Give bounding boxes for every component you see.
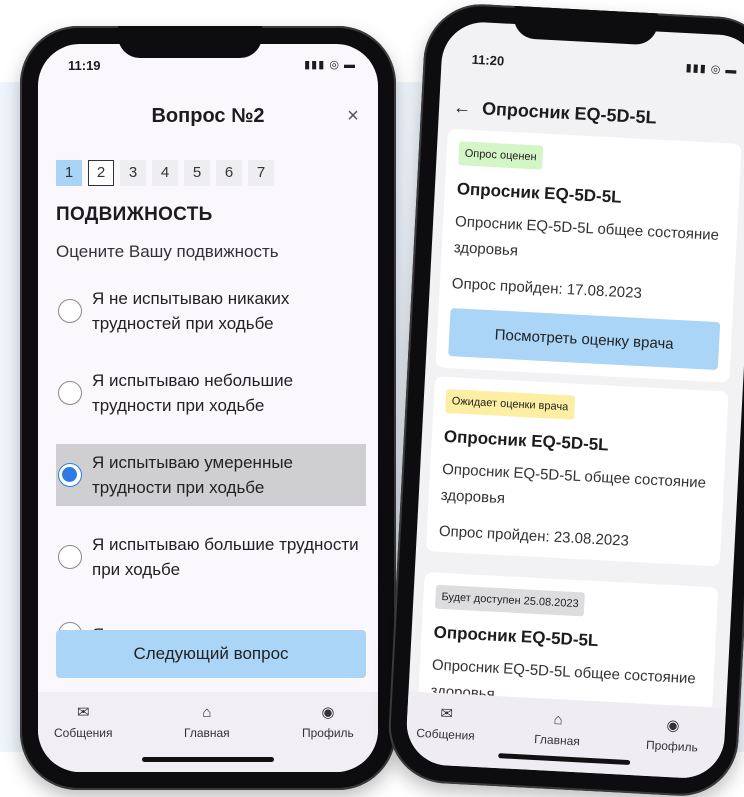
tab-messages[interactable]: ✉ Собщения	[416, 704, 476, 743]
stage: 11:19 ▮▮▮ ◎ ▬ Вопрос №2 × 1 2 3 4 5 6 7 …	[0, 0, 744, 797]
radio-button-selected[interactable]	[58, 463, 82, 487]
card-date: Опрос пройден: 23.08.2023	[438, 522, 630, 550]
answer-options: Я не испытываю никаких трудностей при хо…	[56, 280, 366, 680]
tab-label: Собщения	[54, 726, 113, 740]
radio-button[interactable]	[58, 299, 82, 323]
status-time: 11:19	[68, 58, 101, 73]
questionnaire-card: Опрос оценен Опросник EQ-5D-5L Опросник …	[435, 128, 742, 383]
step-5[interactable]: 5	[184, 160, 210, 186]
answer-option-4[interactable]: Я испытываю большие трудности при ходьбе	[56, 526, 366, 588]
section-title: ПОДВИЖНОСТЬ	[56, 204, 213, 225]
view-doctor-assessment-button[interactable]: Посмотреть оценку врача	[448, 308, 721, 371]
home-indicator	[142, 757, 274, 762]
status-icons: ▮▮▮ ◎ ▬	[685, 62, 738, 77]
radio-button[interactable]	[58, 381, 82, 405]
answer-label: Я испытываю небольшие трудности при ходь…	[92, 371, 294, 415]
card-title: Опросник EQ-5D-5L	[456, 179, 623, 207]
phone-question: 11:19 ▮▮▮ ◎ ▬ Вопрос №2 × 1 2 3 4 5 6 7 …	[20, 26, 396, 790]
profile-icon: ◉	[666, 716, 680, 735]
mail-icon: ✉	[76, 704, 90, 721]
home-icon: ⌂	[553, 711, 564, 729]
answer-option-2[interactable]: Я испытываю небольшие трудности при ходь…	[56, 362, 366, 424]
tab-label: Собщения	[415, 725, 476, 743]
phone-notch	[118, 26, 262, 58]
card-title: Опросник EQ-5D-5L	[433, 622, 599, 651]
card-description: Опросник EQ-5D-5L общее состояние здоров…	[453, 213, 720, 260]
section-subtitle: Оцените Вашу подвижность	[56, 242, 279, 261]
questionnaire-card: Ожидает оценки врача Опросник EQ-5D-5L О…	[425, 376, 729, 567]
mail-icon: ✉	[439, 705, 454, 723]
close-icon[interactable]: ×	[338, 98, 368, 134]
status-badge: Опрос оценен	[458, 141, 544, 170]
step-1[interactable]: 1	[56, 160, 82, 186]
tab-label: Профиль	[302, 726, 354, 740]
answer-option-1[interactable]: Я не испытываю никаких трудностей при хо…	[56, 280, 366, 342]
step-indicator: 1 2 3 4 5 6 7	[56, 160, 274, 186]
page-header: ← Опросник EQ-5D-5L	[453, 97, 657, 129]
step-2[interactable]: 2	[88, 160, 114, 186]
status-time: 11:20	[471, 51, 505, 69]
radio-button[interactable]	[58, 545, 82, 569]
tab-profile[interactable]: ◉ Профиль	[302, 704, 354, 740]
home-icon: ⌂	[202, 704, 212, 721]
tab-profile[interactable]: ◉ Профиль	[646, 716, 700, 755]
status-badge: Будет доступен 25.08.2023	[434, 584, 586, 617]
questionnaire-screen: 11:20 ▮▮▮ ◎ ▬ ← Опросник EQ-5D-5L Опрос …	[404, 20, 744, 780]
tab-label: Главная	[533, 732, 581, 749]
step-7[interactable]: 7	[248, 160, 274, 186]
question-header: Вопрос №2 ×	[38, 96, 378, 136]
back-arrow-icon[interactable]: ←	[453, 97, 472, 118]
tab-home[interactable]: ⌂ Главная	[534, 710, 582, 748]
step-4[interactable]: 4	[152, 160, 178, 186]
answer-label: Я испытываю умеренные трудности при ходь…	[92, 453, 294, 497]
next-question-button[interactable]: Следующий вопрос	[56, 630, 366, 678]
tab-messages[interactable]: ✉ Собщения	[54, 704, 112, 740]
status-icons: ▮▮▮ ◎ ▬	[304, 59, 356, 71]
home-indicator	[498, 753, 631, 766]
card-description: Опросник EQ-5D-5L общее состояние здоров…	[440, 460, 707, 508]
status-badge: Ожидает оценки врача	[445, 388, 575, 420]
page-title: Опросник EQ-5D-5L	[481, 98, 658, 128]
step-6[interactable]: 6	[216, 160, 242, 186]
tab-label: Главная	[184, 726, 230, 740]
step-3[interactable]: 3	[120, 160, 146, 186]
answer-label: Я испытываю большие трудности при ходьбе	[92, 535, 359, 579]
tab-home[interactable]: ⌂ Главная	[184, 704, 230, 740]
question-screen: 11:19 ▮▮▮ ◎ ▬ Вопрос №2 × 1 2 3 4 5 6 7 …	[38, 44, 378, 772]
tab-bar: ✉ Собщения ⌂ Главная ◉ Профиль	[404, 691, 727, 780]
tab-bar: ✉ Собщения ⌂ Главная ◉ Профиль	[38, 692, 378, 772]
phone-questionnaire-list: 11:20 ▮▮▮ ◎ ▬ ← Опросник EQ-5D-5L Опрос …	[385, 1, 744, 797]
tab-label: Профиль	[645, 737, 699, 755]
page-title: Вопрос №2	[151, 105, 265, 127]
card-title: Опросник EQ-5D-5L	[443, 426, 610, 455]
answer-label: Я не испытываю никаких трудностей при хо…	[92, 289, 290, 333]
answer-option-3[interactable]: Я испытываю умеренные трудности при ходь…	[56, 444, 366, 506]
card-date: Опрос пройден: 17.08.2023	[451, 275, 643, 303]
profile-icon: ◉	[321, 704, 335, 721]
